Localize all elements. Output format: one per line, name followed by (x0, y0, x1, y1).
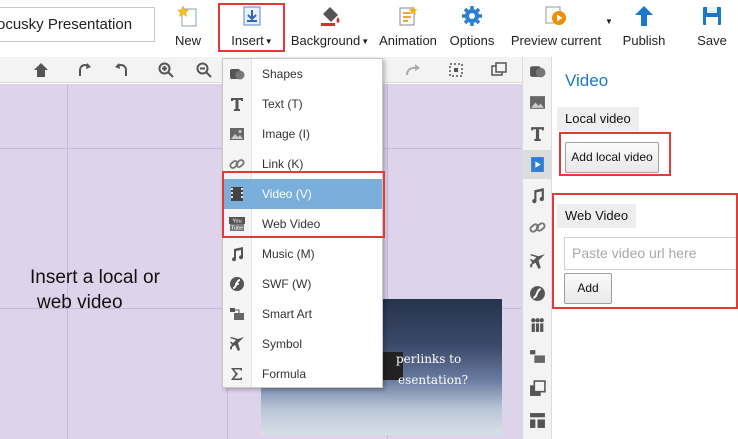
menu-item-shapes[interactable]: Shapes (223, 59, 382, 89)
music-icon (232, 247, 244, 262)
options-button-label: Options (449, 33, 495, 48)
menu-item-text[interactable]: Text (T) (223, 89, 382, 119)
zoom-in-icon[interactable] (157, 61, 175, 79)
music-icon[interactable] (529, 187, 546, 204)
sigma-icon (231, 368, 242, 380)
save-button[interactable]: Save (694, 0, 730, 54)
animation-button[interactable]: Animation (378, 0, 438, 54)
element-icon-strip (522, 57, 552, 439)
menu-item-smart-art[interactable]: Smart Art (223, 299, 382, 329)
menu-item-image[interactable]: Image (I) (223, 119, 382, 149)
panel-title: Video (565, 71, 609, 90)
instruction-annotation: Insert a local or web video (30, 265, 160, 315)
link-icon[interactable] (529, 219, 546, 236)
menu-item-label: SWF (W) (262, 277, 312, 291)
select-area-icon[interactable] (447, 61, 465, 79)
new-button-label: New (174, 33, 201, 48)
publish-arrow-icon (635, 6, 653, 26)
fullscreen-icon[interactable] (490, 61, 508, 79)
shapes-icon[interactable] (529, 63, 546, 80)
airplane-symbol-icon[interactable] (529, 253, 546, 270)
preview-current-button[interactable]: Preview current (508, 0, 604, 54)
zoom-out-icon[interactable] (195, 61, 213, 79)
airplane-symbol-icon (230, 337, 244, 351)
smart-art-icon (230, 308, 244, 320)
smart-art-icon[interactable] (529, 348, 546, 365)
redo-icon[interactable] (404, 61, 422, 79)
gear-icon (462, 6, 482, 26)
flash-icon[interactable] (529, 285, 546, 302)
menu-item-symbol[interactable]: Symbol (223, 329, 382, 359)
preview-current-label: Preview current (510, 33, 602, 48)
paint-bucket-icon (321, 7, 340, 26)
home-icon[interactable] (32, 61, 50, 79)
menu-item-swf[interactable]: SWF (W) (223, 269, 382, 299)
save-disk-icon (703, 7, 721, 25)
menu-item-formula[interactable]: Formula (223, 359, 382, 389)
insert-highlight-box (218, 3, 285, 52)
redo-rotate-icon[interactable] (76, 61, 94, 79)
save-button-label: Save (697, 33, 727, 48)
text-icon (231, 98, 243, 111)
preview-play-icon (545, 6, 566, 25)
presentation-title-field[interactable]: ocusky Presentation (0, 7, 155, 42)
menu-item-label: Text (T) (262, 97, 303, 111)
slide-text: perlinks to (396, 352, 462, 366)
shapes-icon (230, 69, 245, 80)
link-icon (229, 159, 245, 169)
menu-item-label: Smart Art (262, 307, 313, 321)
options-button[interactable]: Options (446, 0, 498, 54)
chevron-down-icon: ▼ (361, 37, 370, 47)
image-icon[interactable] (529, 94, 546, 111)
hint-line-1: Insert a local or (30, 267, 160, 288)
menu-item-label: Link (K) (262, 157, 304, 171)
video-options-highlight-box (222, 171, 385, 238)
web-video-highlight-box (552, 193, 738, 309)
slide-text: esentation? (398, 373, 469, 387)
undo-rotate-icon[interactable] (112, 61, 130, 79)
menu-item-label: Image (I) (262, 127, 311, 141)
publish-button[interactable]: Publish (620, 0, 668, 54)
layers-icon[interactable] (529, 380, 546, 397)
background-button[interactable]: Background▼ (290, 0, 370, 54)
grid-line (67, 84, 68, 439)
local-video-section-label: Local video (557, 107, 639, 131)
background-button-label: Background▼ (290, 33, 370, 48)
background-label-text: Background (290, 33, 361, 48)
chevron-down-icon[interactable]: ▼ (605, 17, 613, 26)
image-icon (230, 128, 244, 140)
menu-item-label: Symbol (262, 337, 303, 351)
layout-grid-icon[interactable] (529, 412, 546, 429)
main-toolbar: ocusky Presentation New Insert▼ Backgrou… (0, 0, 738, 57)
publish-button-label: Publish (622, 33, 666, 48)
new-star-icon (176, 5, 197, 27)
add-local-video-highlight-box (559, 132, 671, 176)
new-button[interactable]: New (170, 0, 206, 54)
animation-button-label: Animation (379, 33, 437, 48)
menu-item-label: Music (M) (262, 247, 315, 261)
menu-item-music[interactable]: Music (M) (223, 239, 382, 269)
hint-line-2: web video (37, 292, 123, 313)
flash-icon (230, 277, 244, 291)
text-icon[interactable] (529, 125, 546, 142)
video-icon[interactable] (529, 156, 546, 173)
animation-icon (399, 6, 418, 26)
menu-item-label: Shapes (262, 67, 303, 81)
people-group-icon[interactable] (529, 316, 546, 333)
menu-item-label: Formula (262, 367, 307, 381)
